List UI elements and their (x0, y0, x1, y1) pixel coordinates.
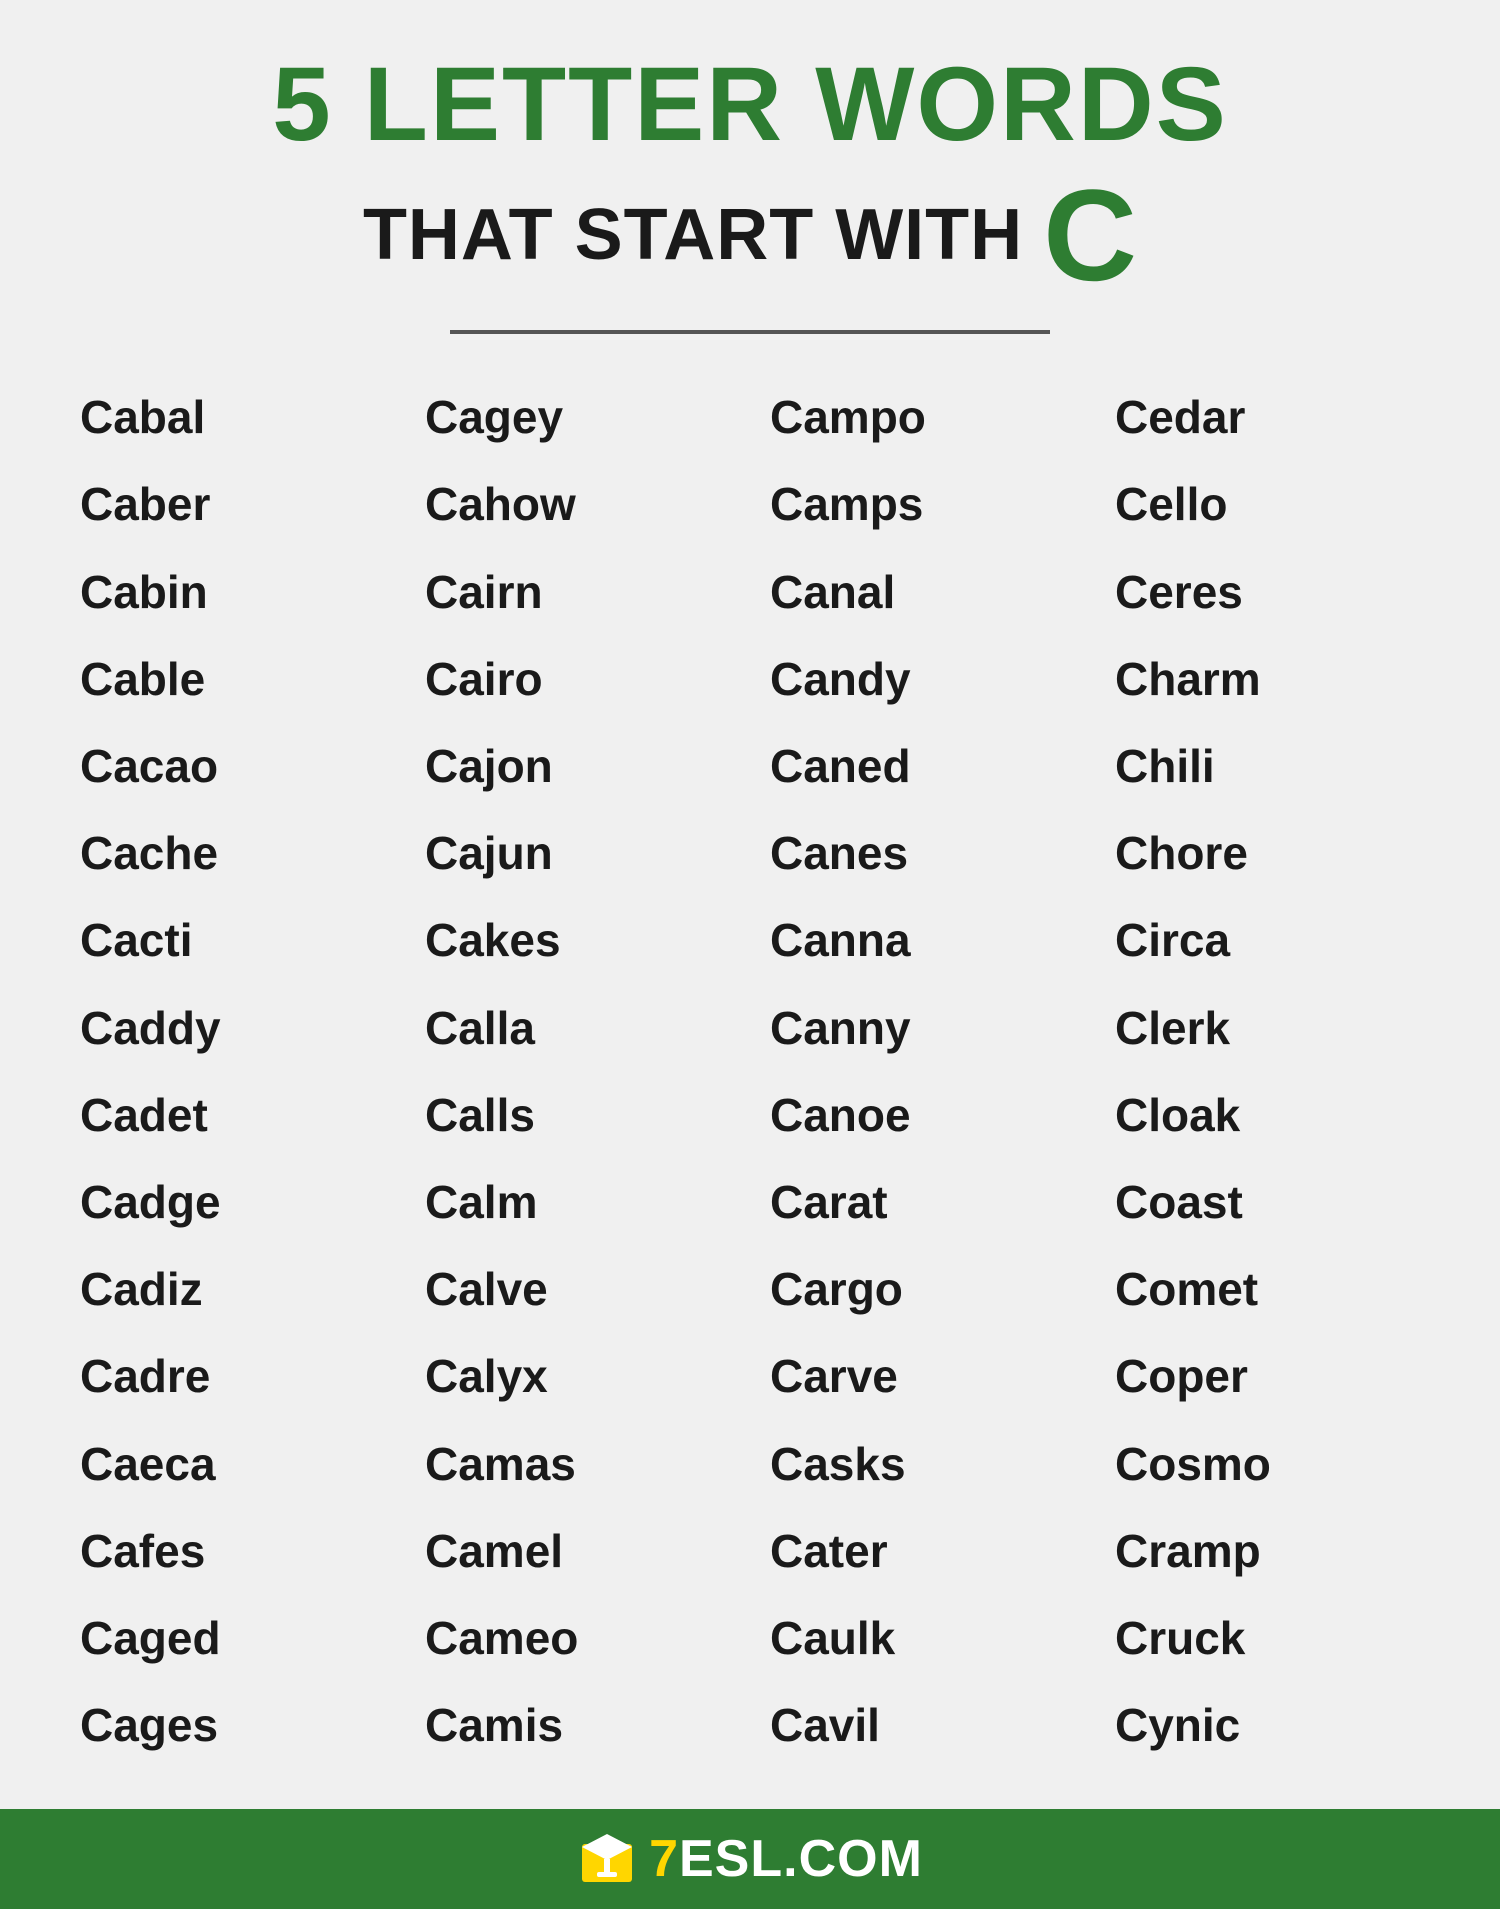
logo-icon (577, 1829, 637, 1889)
word-item: Calla (405, 985, 750, 1072)
word-item: Cahow (405, 461, 750, 548)
word-item: Cello (1095, 461, 1440, 548)
footer-text: 7ESL.COM (649, 1829, 923, 1889)
word-item: Chore (1095, 810, 1440, 897)
word-item: Canal (750, 549, 1095, 636)
word-item: Cajun (405, 810, 750, 897)
word-item: Caddy (60, 985, 405, 1072)
word-item: Canna (750, 897, 1095, 984)
word-item: Cabal (60, 374, 405, 461)
word-item: Cruck (1095, 1595, 1440, 1682)
word-item: Ceres (1095, 549, 1440, 636)
word-item: Cabin (60, 549, 405, 636)
word-item: Cable (60, 636, 405, 723)
word-grid: CabalCageyCampoCedar CaberCahowCampsCello… (60, 374, 1440, 1769)
word-item: Cairn (405, 549, 750, 636)
word-item: Cadet (60, 1072, 405, 1159)
word-item: Calve (405, 1246, 750, 1333)
title-line2: THAT START WITH (363, 194, 1023, 276)
word-item: Camps (750, 461, 1095, 548)
footer: 7ESL.COM (0, 1809, 1500, 1909)
word-item: Cacao (60, 723, 405, 810)
big-letter: C (1043, 170, 1137, 300)
word-item: Calm (405, 1159, 750, 1246)
word-item: Cafes (60, 1508, 405, 1595)
word-item: Canny (750, 985, 1095, 1072)
word-item: Canes (750, 810, 1095, 897)
word-item: Cagey (405, 374, 750, 461)
word-item: Caulk (750, 1595, 1095, 1682)
word-item: Cairo (405, 636, 750, 723)
word-item: Cajon (405, 723, 750, 810)
word-item: Cavil (750, 1682, 1095, 1769)
word-item: Calls (405, 1072, 750, 1159)
footer-seven: 7 (649, 1830, 679, 1888)
word-item: Cynic (1095, 1682, 1440, 1769)
word-item: Cadiz (60, 1246, 405, 1333)
word-item: Cadre (60, 1333, 405, 1420)
word-item: Chili (1095, 723, 1440, 810)
word-item: Camel (405, 1508, 750, 1595)
word-item: Cedar (1095, 374, 1440, 461)
word-item: Cadge (60, 1159, 405, 1246)
word-item: Cargo (750, 1246, 1095, 1333)
word-item: Calyx (405, 1333, 750, 1420)
word-item: Caeca (60, 1421, 405, 1508)
word-item: Cages (60, 1682, 405, 1769)
word-item: Carat (750, 1159, 1095, 1246)
word-item: Camas (405, 1421, 750, 1508)
word-item: Cramp (1095, 1508, 1440, 1595)
word-item: Canoe (750, 1072, 1095, 1159)
word-item: Casks (750, 1421, 1095, 1508)
word-item: Campo (750, 374, 1095, 461)
word-item: Cameo (405, 1595, 750, 1682)
divider (450, 330, 1050, 334)
word-item: Candy (750, 636, 1095, 723)
word-item: Charm (1095, 636, 1440, 723)
word-item: Caber (60, 461, 405, 548)
word-item: Clerk (1095, 985, 1440, 1072)
word-item: Carve (750, 1333, 1095, 1420)
word-item: Comet (1095, 1246, 1440, 1333)
title-line1: 5 LETTER WORDS (60, 50, 1440, 160)
word-item: Cache (60, 810, 405, 897)
word-item: Coast (1095, 1159, 1440, 1246)
word-item: Cloak (1095, 1072, 1440, 1159)
word-item: Cacti (60, 897, 405, 984)
word-item: Caned (750, 723, 1095, 810)
word-item: Caged (60, 1595, 405, 1682)
word-item: Cakes (405, 897, 750, 984)
word-item: Cosmo (1095, 1421, 1440, 1508)
word-item: Camis (405, 1682, 750, 1769)
word-item: Coper (1095, 1333, 1440, 1420)
footer-logo: 7ESL.COM (577, 1829, 923, 1889)
word-item: Circa (1095, 897, 1440, 984)
word-item: Cater (750, 1508, 1095, 1595)
